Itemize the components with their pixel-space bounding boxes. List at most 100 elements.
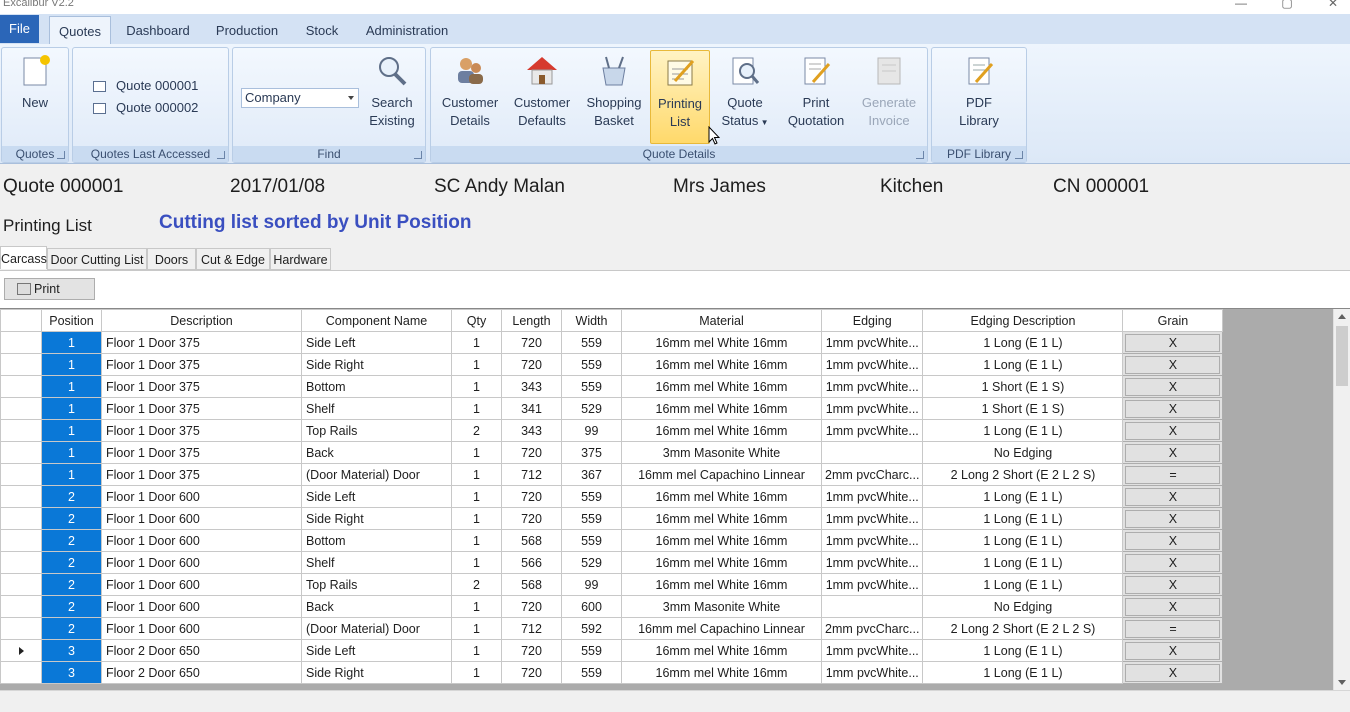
table-cell[interactable]: 529 — [561, 397, 622, 420]
table-cell[interactable]: 99 — [561, 573, 622, 596]
grain-button[interactable]: X — [1125, 641, 1221, 660]
table-cell[interactable]: 559 — [561, 529, 622, 552]
table-cell[interactable]: 1mm pvcWhite... — [820, 573, 924, 596]
table-cell[interactable]: 375 — [561, 441, 622, 464]
print-quotation-button[interactable]: Print Quotation — [780, 50, 852, 144]
table-cell[interactable]: 343 — [501, 375, 562, 398]
row-header[interactable] — [0, 353, 42, 376]
table-cell[interactable]: Floor 1 Door 375 — [101, 331, 302, 354]
table-row[interactable]: 1 Floor 1 Door 375 Shelf 1 341 529 16mm mel Wh… — [0, 397, 1224, 420]
table-cell[interactable]: Side Right — [301, 661, 452, 684]
table-cell[interactable]: 1 — [451, 441, 502, 464]
table-row[interactable]: 1 Floor 1 Door 375 Back 1 720 375 3mm Masonite… — [0, 441, 1224, 464]
search-existing-button[interactable]: Search Existing — [361, 50, 423, 144]
table-cell[interactable]: X — [1122, 639, 1224, 662]
scroll-down-icon[interactable] — [1338, 680, 1346, 685]
table-cell[interactable]: 1 Long (E 1 L) — [922, 331, 1124, 354]
table-cell[interactable]: 600 — [561, 595, 622, 618]
table-row[interactable]: 2 Floor 1 Door 600 (Door Material) Door 1 71… — [0, 617, 1224, 640]
table-cell[interactable]: Floor 1 Door 600 — [101, 573, 302, 596]
file-menu-button[interactable]: File — [0, 15, 39, 43]
table-cell[interactable]: 3mm Masonite White — [621, 595, 822, 618]
pdf-library-button[interactable]: PDF Library — [948, 50, 1010, 144]
last-quote-item-1[interactable]: Quote 000001 — [93, 76, 198, 96]
table-cell[interactable]: (Door Material) Door — [301, 617, 452, 640]
table-cell[interactable]: 343 — [501, 419, 562, 442]
table-cell[interactable]: 2 Long 2 Short (E 2 L 2 S) — [922, 463, 1124, 486]
table-cell[interactable]: X — [1122, 507, 1224, 530]
table-cell[interactable]: 367 — [561, 463, 622, 486]
table-cell[interactable]: X — [1122, 551, 1224, 574]
table-cell[interactable]: 1 — [451, 397, 502, 420]
customer-defaults-button[interactable]: Customer Defaults — [510, 50, 574, 144]
table-cell[interactable]: 1 Long (E 1 L) — [922, 661, 1124, 684]
table-cell[interactable]: 1 Long (E 1 L) — [922, 485, 1124, 508]
tab-stock[interactable]: Stock — [298, 16, 346, 44]
table-cell[interactable]: X — [1122, 397, 1224, 420]
table-cell[interactable]: 720 — [501, 639, 562, 662]
table-row[interactable]: 1 Floor 1 Door 375 Bottom 1 343 559 16mm mel W… — [0, 375, 1224, 398]
column-header[interactable]: Component Name — [301, 309, 452, 332]
table-cell[interactable]: 2 — [41, 529, 102, 552]
printing-list-button[interactable]: Printing List — [650, 50, 710, 144]
tab-hardware[interactable]: Hardware — [270, 248, 331, 270]
table-cell[interactable]: X — [1122, 595, 1224, 618]
table-cell[interactable]: 1 Long (E 1 L) — [922, 639, 1124, 662]
table-cell[interactable]: 1mm pvcWhite... — [820, 353, 924, 376]
table-row[interactable]: 2 Floor 1 Door 600 Shelf 1 566 529 16mm mel Wh… — [0, 551, 1224, 574]
customer-details-button[interactable]: Customer Details — [438, 50, 502, 144]
row-header[interactable] — [0, 617, 42, 640]
table-cell[interactable]: 559 — [561, 375, 622, 398]
table-cell[interactable]: Shelf — [301, 397, 452, 420]
table-cell[interactable]: 1 — [451, 375, 502, 398]
maximize-icon[interactable]: ▢ — [1264, 0, 1310, 12]
table-cell[interactable]: 16mm mel White 16mm — [621, 661, 822, 684]
table-cell[interactable]: 559 — [561, 661, 622, 684]
grain-button[interactable]: X — [1125, 509, 1221, 528]
minimize-icon[interactable]: — — [1218, 0, 1264, 12]
last-accessed-launcher-icon[interactable] — [217, 151, 225, 159]
table-cell[interactable]: 1 — [41, 375, 102, 398]
quote-status-button[interactable]: Quote Status ▼ — [718, 50, 772, 144]
row-header[interactable] — [0, 507, 42, 530]
grain-button[interactable]: X — [1125, 377, 1221, 396]
table-cell[interactable]: 720 — [501, 485, 562, 508]
column-header[interactable]: Edging Description — [922, 309, 1124, 332]
column-header[interactable]: Edging — [820, 309, 924, 332]
table-cell[interactable]: 16mm mel White 16mm — [621, 353, 822, 376]
grain-button[interactable]: X — [1125, 575, 1221, 594]
table-cell[interactable]: 720 — [501, 353, 562, 376]
table-cell[interactable]: 1 — [451, 661, 502, 684]
table-cell[interactable]: Floor 1 Door 375 — [101, 419, 302, 442]
table-cell[interactable]: 559 — [561, 485, 622, 508]
table-cell[interactable]: X — [1122, 573, 1224, 596]
table-cell[interactable]: 712 — [501, 463, 562, 486]
table-row[interactable]: 2 Floor 1 Door 600 Back 1 720 600 3mm Masonite… — [0, 595, 1224, 618]
table-cell[interactable]: 16mm mel White 16mm — [621, 529, 822, 552]
table-cell[interactable]: Shelf — [301, 551, 452, 574]
table-cell[interactable]: Floor 1 Door 375 — [101, 441, 302, 464]
table-cell[interactable] — [820, 595, 924, 618]
table-cell[interactable]: 1 Long (E 1 L) — [922, 507, 1124, 530]
grain-button[interactable]: X — [1125, 597, 1221, 616]
table-cell[interactable]: 3 — [41, 661, 102, 684]
table-cell[interactable]: 720 — [501, 661, 562, 684]
grain-button[interactable]: X — [1125, 399, 1221, 418]
table-cell[interactable]: 16mm mel White 16mm — [621, 639, 822, 662]
table-cell[interactable]: 1 Long (E 1 L) — [922, 419, 1124, 442]
grain-button[interactable]: = — [1125, 465, 1221, 484]
table-cell[interactable]: 341 — [501, 397, 562, 420]
table-cell[interactable]: 16mm mel White 16mm — [621, 375, 822, 398]
column-header[interactable]: Length — [501, 309, 562, 332]
tab-carcass[interactable]: Carcass — [0, 246, 47, 269]
table-cell[interactable]: 2 — [41, 573, 102, 596]
table-cell[interactable]: 1mm pvcWhite... — [820, 375, 924, 398]
scroll-thumb[interactable] — [1336, 326, 1348, 386]
table-cell[interactable]: 1 — [451, 507, 502, 530]
table-cell[interactable]: 1 — [41, 331, 102, 354]
table-cell[interactable]: Floor 2 Door 650 — [101, 661, 302, 684]
grain-button[interactable]: X — [1125, 487, 1221, 506]
table-cell[interactable]: 1 — [451, 529, 502, 552]
table-cell[interactable]: No Edging — [922, 595, 1124, 618]
table-cell[interactable]: X — [1122, 419, 1224, 442]
